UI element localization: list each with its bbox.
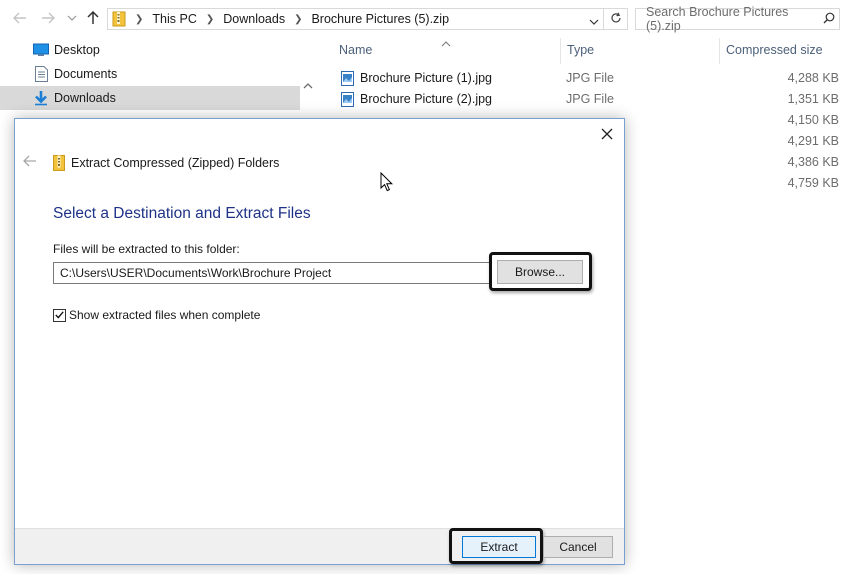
- crumb-separator-icon: ❯: [205, 13, 215, 25]
- crumb-separator-icon: ❯: [294, 13, 303, 25]
- dialog-heading: Select a Destination and Extract Files: [53, 205, 311, 222]
- jpg-file-icon: [341, 71, 354, 89]
- column-header-type[interactable]: Type: [567, 43, 594, 57]
- file-size: 4,291 KB: [787, 134, 839, 148]
- dialog-title-row: Extract Compressed (Zipped) Folders: [53, 155, 279, 171]
- back-arrow-icon[interactable]: [10, 8, 30, 28]
- mouse-cursor-icon: [380, 171, 394, 195]
- zip-folder-icon: [53, 155, 65, 171]
- nav-item-desktop[interactable]: Desktop: [0, 38, 300, 62]
- crumb-separator-icon: ❯: [135, 13, 144, 25]
- show-files-checkbox[interactable]: [53, 308, 66, 322]
- recent-locations-chevron-icon[interactable]: [62, 8, 82, 28]
- zip-folder-icon: [112, 11, 126, 27]
- nav-item-documents[interactable]: Documents: [0, 62, 300, 86]
- search-placeholder: Search Brochure Pictures (5).zip: [646, 5, 789, 33]
- file-type: JPG File: [566, 71, 614, 85]
- extract-dialog: Extract Compressed (Zipped) Folders Sele…: [14, 118, 625, 565]
- destination-path-input[interactable]: C:\Users\USER\Documents\Work\Brochure Pr…: [53, 262, 490, 284]
- search-icon: [823, 12, 835, 27]
- column-header-compressed-size[interactable]: Compressed size: [726, 43, 823, 57]
- sort-ascending-chevron-icon: [441, 36, 451, 50]
- file-name: Brochure Picture (1).jpg: [360, 71, 493, 85]
- breadcrumb-this-pc[interactable]: This PC: [152, 12, 196, 26]
- show-files-option[interactable]: Show extracted files when complete: [53, 308, 260, 322]
- nav-item-label: Desktop: [54, 43, 100, 57]
- nav-item-label: Documents: [54, 67, 118, 81]
- nav-scroll-up-arrow-icon[interactable]: [303, 78, 313, 92]
- column-divider[interactable]: [719, 38, 720, 64]
- refresh-icon: [610, 12, 622, 27]
- back-arrow-icon[interactable]: [23, 155, 37, 170]
- desktop-icon: [33, 42, 49, 58]
- refresh-button[interactable]: [604, 8, 628, 30]
- explorer-address-row: ❯ This PC ❯ Downloads ❯ Brochure Picture…: [0, 0, 850, 38]
- cancel-button[interactable]: Cancel: [543, 536, 613, 558]
- up-arrow-icon[interactable]: [83, 8, 103, 28]
- forward-arrow-icon[interactable]: [38, 8, 58, 28]
- destination-label: Files will be extracted to this folder:: [53, 242, 240, 256]
- downloads-icon: [33, 90, 49, 106]
- dialog-title: Extract Compressed (Zipped) Folders: [71, 156, 280, 170]
- breadcrumb-downloads[interactable]: Downloads: [223, 12, 285, 26]
- address-history-dropdown-icon[interactable]: [589, 14, 599, 28]
- column-divider[interactable]: [560, 38, 561, 64]
- file-row[interactable]: Brochure Picture (1).jpg JPG File 4,288 …: [338, 68, 850, 89]
- search-input[interactable]: Search Brochure Pictures (5).zip: [635, 5, 840, 33]
- show-files-label: Show extracted files when complete: [69, 308, 261, 322]
- file-size: 1,351 KB: [787, 92, 839, 106]
- documents-icon: [33, 66, 49, 82]
- browse-button[interactable]: Browse...: [497, 260, 583, 284]
- extract-button[interactable]: Extract: [462, 536, 536, 558]
- file-size: 4,150 KB: [787, 113, 839, 127]
- file-type: JPG File: [566, 92, 614, 106]
- jpg-file-icon: [341, 92, 354, 110]
- nav-item-label: Downloads: [54, 91, 116, 105]
- file-size: 4,386 KB: [787, 155, 839, 169]
- file-size: 4,759 KB: [787, 176, 839, 190]
- file-row[interactable]: Brochure Picture (2).jpg JPG File 1,351 …: [338, 89, 850, 110]
- nav-item-downloads[interactable]: Downloads: [0, 86, 300, 110]
- column-header-name[interactable]: Name: [339, 43, 372, 57]
- address-bar[interactable]: ❯ This PC ❯ Downloads ❯ Brochure Picture…: [107, 8, 604, 30]
- close-icon[interactable]: [598, 125, 616, 143]
- file-size: 4,288 KB: [787, 71, 839, 85]
- breadcrumb-zip-file[interactable]: Brochure Pictures (5).zip: [311, 12, 449, 26]
- file-name: Brochure Picture (2).jpg: [360, 92, 493, 106]
